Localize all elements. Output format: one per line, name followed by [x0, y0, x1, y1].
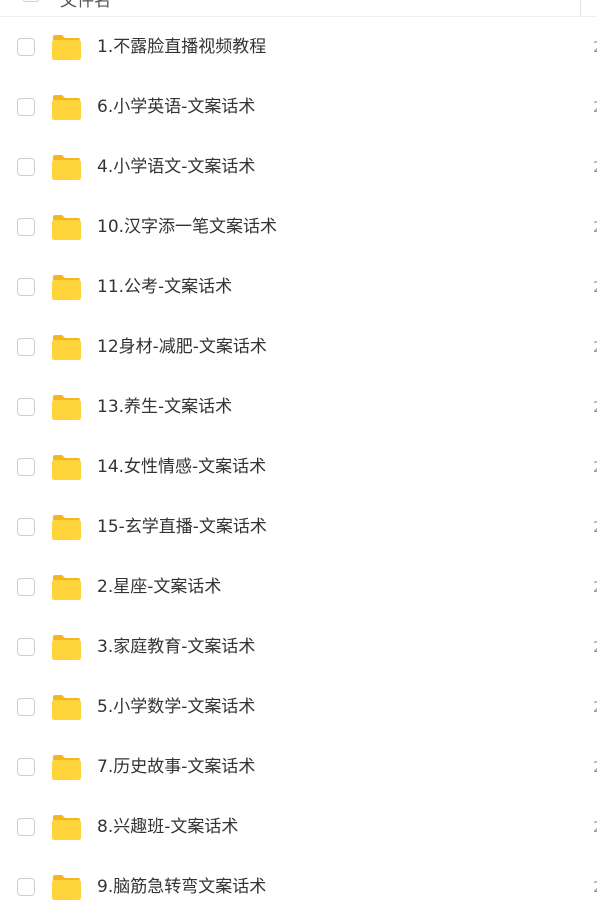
file-meta-cell: 2: [593, 457, 597, 477]
file-meta-cell: 2: [593, 37, 597, 57]
file-row[interactable]: 2.星座-文案话术 2: [0, 557, 597, 617]
folder-icon[interactable]: [51, 573, 82, 601]
folder-icon[interactable]: [51, 33, 82, 61]
list-header: 文件名: [0, 0, 597, 17]
file-name-link[interactable]: 13.养生-文案话术: [97, 396, 232, 418]
file-name-link[interactable]: 3.家庭教育-文案话术: [97, 636, 255, 658]
file-row[interactable]: 14.女性情感-文案话术 2: [0, 437, 597, 497]
file-row[interactable]: 13.养生-文案话术 2: [0, 377, 597, 437]
folder-icon[interactable]: [51, 873, 82, 901]
file-name-link[interactable]: 9.脑筋急转弯文案话术: [97, 876, 266, 898]
file-row[interactable]: 6.小学英语-文案话术 2: [0, 77, 597, 137]
folder-icon[interactable]: [51, 153, 82, 181]
file-name-link[interactable]: 12身材-减肥-文案话术: [97, 336, 267, 358]
file-name-link[interactable]: 6.小学英语-文案话术: [97, 96, 255, 118]
file-row[interactable]: 8.兴趣班-文案话术 2: [0, 797, 597, 857]
file-row[interactable]: 12身材-减肥-文案话术 2: [0, 317, 597, 377]
file-meta-cell: 2: [593, 97, 597, 117]
file-name-link[interactable]: 4.小学语文-文案话术: [97, 156, 255, 178]
file-row[interactable]: 11.公考-文案话术 2: [0, 257, 597, 317]
file-row[interactable]: 15-玄学直播-文案话术 2: [0, 497, 597, 557]
row-checkbox[interactable]: [17, 98, 35, 116]
row-checkbox[interactable]: [17, 518, 35, 536]
file-name-link[interactable]: 8.兴趣班-文案话术: [97, 816, 238, 838]
file-meta-cell: 2: [593, 157, 597, 177]
row-checkbox[interactable]: [17, 38, 35, 56]
file-name-link[interactable]: 1.不露脸直播视频教程: [97, 36, 266, 58]
file-row[interactable]: 7.历史故事-文案话术 2: [0, 737, 597, 797]
row-checkbox[interactable]: [17, 458, 35, 476]
folder-icon[interactable]: [51, 333, 82, 361]
file-name-link[interactable]: 14.女性情感-文案话术: [97, 456, 266, 478]
folder-icon[interactable]: [51, 633, 82, 661]
folder-icon[interactable]: [51, 213, 82, 241]
row-checkbox[interactable]: [17, 758, 35, 776]
row-checkbox[interactable]: [17, 698, 35, 716]
row-checkbox[interactable]: [17, 878, 35, 896]
file-meta-cell: 2: [593, 217, 597, 237]
row-checkbox[interactable]: [17, 638, 35, 656]
row-checkbox[interactable]: [17, 218, 35, 236]
file-meta-cell: 2: [593, 877, 597, 897]
file-name-link[interactable]: 2.星座-文案话术: [97, 576, 221, 598]
folder-icon[interactable]: [51, 273, 82, 301]
row-checkbox[interactable]: [17, 158, 35, 176]
file-row[interactable]: 10.汉字添一笔文案话术 2: [0, 197, 597, 257]
file-meta-cell: 2: [593, 817, 597, 837]
column-header-filename[interactable]: 文件名: [60, 0, 111, 11]
file-meta-cell: 2: [593, 277, 597, 297]
file-name-link[interactable]: 7.历史故事-文案话术: [97, 756, 255, 778]
folder-icon[interactable]: [51, 93, 82, 121]
file-name-link[interactable]: 5.小学数学-文案话术: [97, 696, 255, 718]
file-list: 1.不露脸直播视频教程26.小学英语-文案话术24.小学语文-文案话术210.汉…: [0, 17, 597, 917]
select-all-checkbox[interactable]: [22, 0, 40, 2]
file-row[interactable]: 9.脑筋急转弯文案话术 2: [0, 857, 597, 917]
row-checkbox[interactable]: [17, 278, 35, 296]
file-row[interactable]: 4.小学语文-文案话术 2: [0, 137, 597, 197]
folder-icon[interactable]: [51, 393, 82, 421]
row-checkbox[interactable]: [17, 578, 35, 596]
file-meta-cell: 2: [593, 517, 597, 537]
folder-icon[interactable]: [51, 453, 82, 481]
file-name-link[interactable]: 15-玄学直播-文案话术: [97, 516, 267, 538]
file-row[interactable]: 5.小学数学-文案话术 2: [0, 677, 597, 737]
file-meta-cell: 2: [593, 397, 597, 417]
folder-icon[interactable]: [51, 693, 82, 721]
row-checkbox[interactable]: [17, 338, 35, 356]
file-meta-cell: 2: [593, 757, 597, 777]
file-name-link[interactable]: 11.公考-文案话术: [97, 276, 232, 298]
file-meta-cell: 2: [593, 637, 597, 657]
row-checkbox[interactable]: [17, 398, 35, 416]
file-row[interactable]: 1.不露脸直播视频教程 2: [0, 17, 597, 77]
folder-icon[interactable]: [51, 513, 82, 541]
folder-icon[interactable]: [51, 753, 82, 781]
column-divider: [580, 0, 581, 16]
file-meta-cell: 2: [593, 697, 597, 717]
row-checkbox[interactable]: [17, 818, 35, 836]
file-row[interactable]: 3.家庭教育-文案话术 2: [0, 617, 597, 677]
file-meta-cell: 2: [593, 337, 597, 357]
file-name-link[interactable]: 10.汉字添一笔文案话术: [97, 216, 277, 238]
file-meta-cell: 2: [593, 577, 597, 597]
folder-icon[interactable]: [51, 813, 82, 841]
